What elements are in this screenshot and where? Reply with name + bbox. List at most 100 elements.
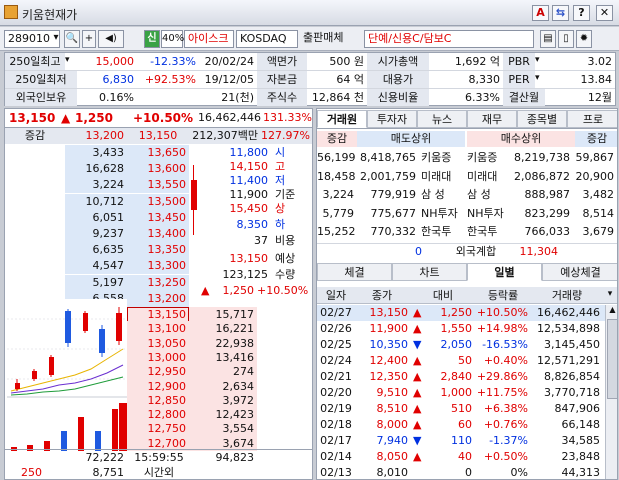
scrollbar-thumb[interactable] — [607, 319, 617, 399]
tab-6[interactable]: 프로 — [567, 110, 617, 128]
ask-price[interactable]: 13,250 — [127, 274, 189, 291]
table-row[interactable]: 02/20 9,510 ▲ 1,000 +11.75% 3,770,718 — [317, 385, 605, 401]
expected-volume-label: 수량 — [275, 268, 296, 281]
rate-cell: +0.40% — [483, 354, 528, 367]
summary-value: 15,450 — [229, 202, 269, 215]
font-button[interactable]: A — [532, 5, 549, 21]
buy-broker[interactable]: NH투자 — [467, 206, 511, 222]
tab-일별[interactable]: 일별 — [467, 263, 542, 281]
scrollbar[interactable]: ▲ — [605, 305, 617, 479]
date-cell: 02/14 — [320, 450, 352, 463]
help-button[interactable]: ? — [573, 5, 590, 21]
date-cell: 02/20 — [320, 386, 352, 399]
date-cell: 02/24 — [320, 354, 352, 367]
dropdown-arrow-icon[interactable]: ▾ — [604, 289, 616, 303]
page-icon[interactable]: ▯ — [558, 30, 574, 48]
bid-price[interactable]: 12,950 — [127, 364, 189, 380]
bid-price[interactable]: 13,100 — [127, 321, 189, 337]
bid-price[interactable]: 13,000 — [127, 349, 189, 365]
sell-broker[interactable]: 삼 성 — [421, 187, 465, 203]
volume-cell: 16,462,446 — [537, 306, 600, 319]
tab-3[interactable]: 뉴스 — [417, 110, 467, 128]
bid-price[interactable]: 13,050 — [127, 335, 189, 351]
buy-broker[interactable]: 미래대 — [467, 169, 511, 185]
buy-change: 20,900 — [575, 169, 615, 183]
bid-price[interactable]: 12,750 — [127, 421, 189, 437]
bid-qty: 15,717 — [189, 307, 257, 322]
document-icon[interactable]: ▤ — [540, 30, 556, 48]
link-button[interactable]: ⇆ — [552, 5, 569, 21]
ask-price[interactable]: 13,450 — [127, 209, 189, 226]
ask-price[interactable]: 13,500 — [127, 193, 189, 210]
info-label: 주식수 — [257, 89, 307, 106]
summary-label: 비용 — [275, 234, 296, 247]
sell-broker[interactable]: 한국투 — [421, 224, 465, 240]
tab-체결[interactable]: 체결 — [317, 263, 392, 281]
current-price: 13,150 — [9, 111, 56, 125]
ask-price[interactable]: 13,600 — [127, 161, 189, 178]
dropdown-arrow-icon[interactable]: ▾ — [535, 73, 540, 83]
table-row[interactable]: 02/13 8,010 0 0% 44,313 — [317, 465, 605, 479]
table-row[interactable]: 02/19 8,510 ▲ 510 +6.38% 847,906 — [317, 401, 605, 417]
ask-price[interactable]: 13,400 — [127, 226, 189, 242]
tab-5[interactable]: 종목별 — [517, 110, 567, 128]
bid-price[interactable]: 12,900 — [127, 378, 189, 394]
table-row[interactable]: 02/24 12,400 ▲ 50 +0.40% 12,571,291 — [317, 353, 605, 369]
buy-broker[interactable]: 삼 성 — [467, 187, 511, 203]
settings-gear-icon[interactable]: ✹ — [576, 30, 592, 48]
table-row[interactable]: 02/25 10,350 ▼ 2,050 -16.53% 3,145,450 — [317, 337, 605, 353]
bid-price[interactable]: 12,850 — [127, 392, 189, 408]
sell-broker[interactable]: 미래대 — [421, 169, 465, 185]
sell-broker[interactable]: NH투자 — [421, 206, 465, 222]
search-icon[interactable]: 🔍 — [64, 30, 80, 48]
price-header: 13,150 — [127, 128, 189, 144]
buy-qty: 888,987 — [524, 188, 571, 201]
dropdown-arrow-icon[interactable]: ▾ — [535, 55, 540, 65]
expected-change: 1,250 — [222, 284, 255, 297]
tab-1[interactable]: 거래원 — [317, 110, 367, 128]
ask-price[interactable]: 13,350 — [127, 242, 189, 259]
table-row[interactable]: 02/18 8,000 ▲ 60 +0.76% 66,148 — [317, 417, 605, 433]
plus-icon[interactable]: + — [82, 30, 96, 48]
table-row[interactable]: 02/27 13,150 ▲ 1,250 +10.50% 16,462,446 — [317, 305, 605, 321]
bid-price[interactable]: 12,800 — [127, 407, 189, 423]
buy-change: 59,867 — [575, 151, 615, 164]
dropdown-arrow-icon[interactable]: ▾ — [65, 55, 70, 65]
ask-price[interactable]: 13,200 — [127, 290, 189, 307]
buy-qty: 823,299 — [524, 206, 571, 220]
sell-broker[interactable]: 키움증 — [421, 150, 465, 166]
summary-label: 상 — [275, 202, 286, 215]
table-row[interactable]: 02/14 8,050 ▲ 40 +0.50% 23,848 — [317, 449, 605, 465]
tab-2[interactable]: 투자자 — [367, 110, 417, 128]
summary-value: 37 — [254, 234, 268, 247]
buy-broker[interactable]: 키움증 — [467, 150, 511, 166]
base-price-header: 13,200 — [65, 128, 127, 144]
speaker-icon[interactable]: ◀) — [98, 30, 124, 48]
ask-price[interactable]: 13,300 — [127, 258, 189, 275]
info-label: 결산월 — [503, 89, 545, 106]
close-cell: 11,900 — [369, 322, 409, 335]
info-value: 3.02 — [587, 55, 613, 68]
ask-total: 72,222 — [85, 451, 125, 464]
sell-change: 3,224 — [322, 188, 355, 201]
tab-차트[interactable]: 차트 — [392, 263, 467, 281]
table-row[interactable]: 02/21 12,350 ▲ 2,840 +29.86% 8,826,854 — [317, 369, 605, 385]
dropdown-arrow-icon[interactable]: ▾ — [50, 30, 62, 48]
buy-broker[interactable]: 한국투 — [467, 224, 511, 240]
summary-value: 8,350 — [236, 218, 269, 231]
info-label: 250일최고 — [5, 53, 65, 70]
table-row[interactable]: 02/26 11,900 ▲ 1,550 +14.98% 12,534,898 — [317, 321, 605, 337]
bid-price[interactable]: 13,150 — [127, 307, 189, 322]
close-button[interactable]: ✕ — [596, 5, 613, 21]
tab-예상체결[interactable]: 예상체결 — [542, 263, 617, 281]
date-cell: 02/19 — [320, 402, 352, 415]
rate-cell: -16.53% — [482, 338, 528, 351]
bid-qty: 13,416 — [189, 349, 257, 365]
scroll-up-icon[interactable]: ▲ — [607, 305, 617, 317]
column-header: 종가 — [371, 289, 393, 302]
tab-4[interactable]: 재무 — [467, 110, 517, 128]
table-row[interactable]: 02/17 7,940 ▼ 110 -1.37% 34,585 — [317, 433, 605, 449]
ask-price[interactable]: 13,650 — [127, 145, 189, 161]
ask-price[interactable]: 13,550 — [127, 177, 189, 194]
change-cell: 2,050 — [440, 338, 473, 351]
